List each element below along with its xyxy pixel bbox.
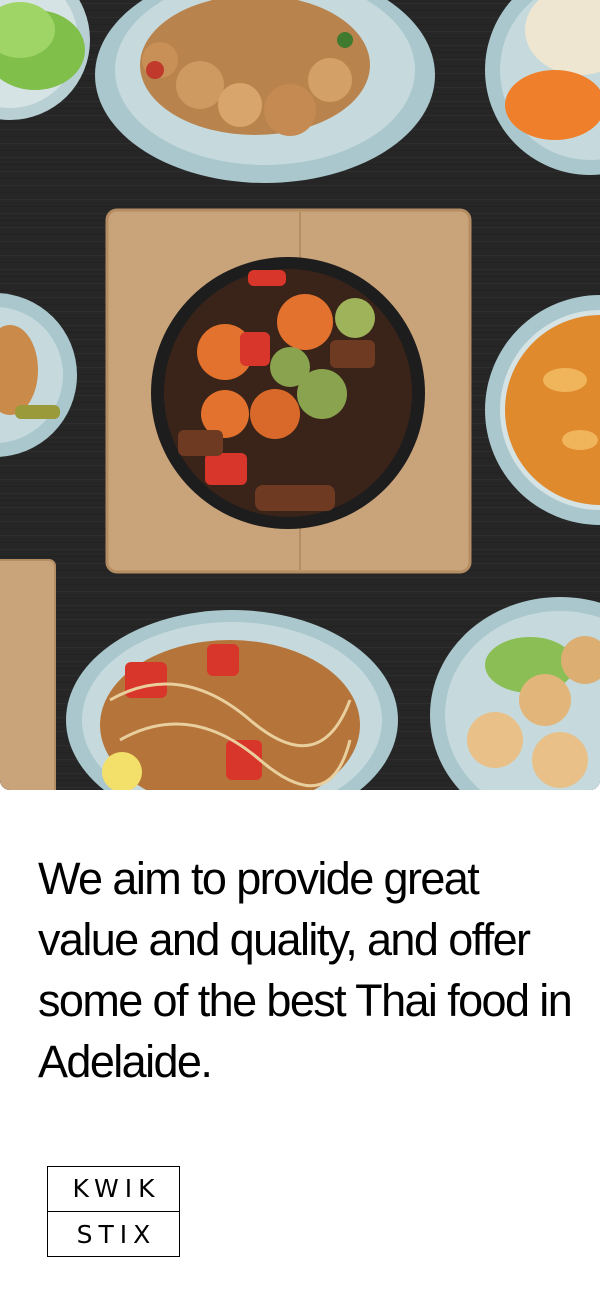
- tagline-text: We aim to provide great value and qualit…: [38, 853, 573, 1087]
- kwik-stix-logo: KWIK STIX: [47, 1166, 180, 1257]
- logo-line-2: STIX: [76, 1219, 157, 1249]
- logo-line-1: KWIK: [72, 1174, 161, 1204]
- food-photo-illustration: [0, 0, 600, 790]
- small-wooden-board: [0, 559, 56, 790]
- sizzling-hot-plate: [151, 257, 425, 529]
- hero-food-photo: [0, 0, 600, 790]
